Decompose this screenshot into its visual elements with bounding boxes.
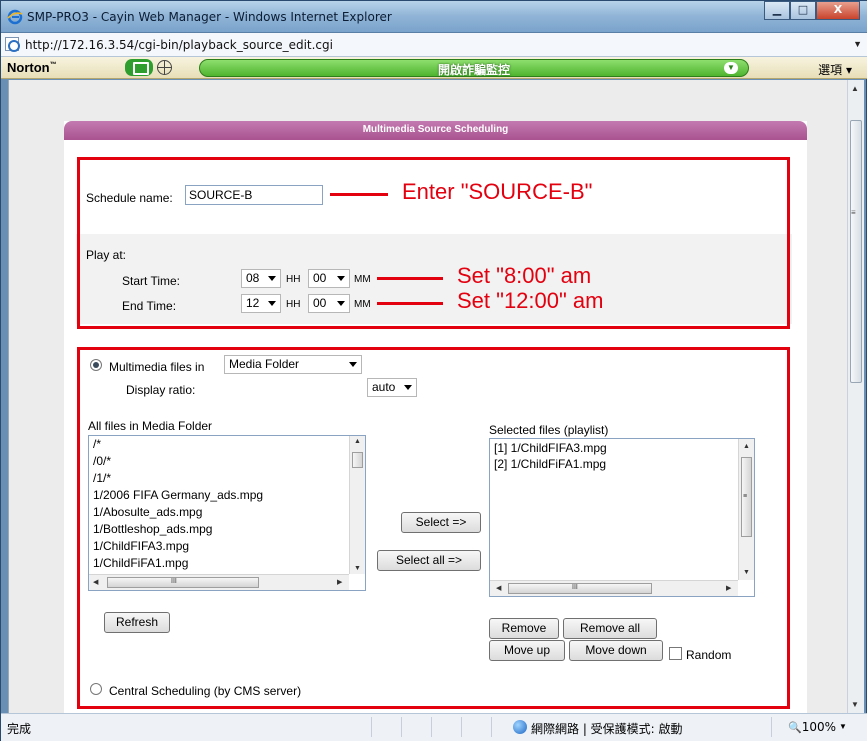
display-ratio-select[interactable]: auto	[367, 378, 417, 397]
annotation-set-start: Set "8:00" am	[457, 263, 592, 288]
remove-button[interactable]: Remove	[489, 618, 559, 639]
status-divider	[461, 717, 462, 737]
address-bar[interactable]: http://172.16.3.54/cgi-bin/playback_sour…	[1, 33, 867, 57]
list-item[interactable]: 1/Abosulte_ads.mpg	[93, 505, 202, 519]
ie-logo-icon	[7, 9, 23, 25]
selected-files-vscroll[interactable]: ▲ ≡ ▼	[738, 439, 754, 580]
status-text: 完成	[7, 722, 32, 736]
status-divider	[371, 717, 372, 737]
selected-files-listbox[interactable]: [1] 1/ChildFIFA3.mpg [2] 1/ChildFiFA1.mp…	[489, 438, 755, 597]
scroll-right-icon[interactable]: ▶	[337, 578, 342, 586]
maximize-button[interactable]: □	[790, 1, 816, 20]
central-scheduling-label: Central Scheduling (by CMS server)	[109, 684, 302, 698]
safe-web-label: 開啟詐騙監控	[437, 63, 510, 77]
folder-select[interactable]: Media Folder	[224, 355, 362, 374]
list-item[interactable]: 1/Bottleshop_ads.mpg	[93, 522, 212, 536]
random-label: Random	[686, 648, 732, 662]
scroll-down-icon[interactable]: ▼	[354, 565, 361, 572]
scroll-left-icon[interactable]: ◀	[496, 584, 501, 592]
list-item[interactable]: /1/*	[93, 471, 111, 485]
list-item[interactable]: 1/ChildFIFA3.mpg	[93, 539, 189, 553]
multimedia-files-radio[interactable]	[90, 359, 102, 371]
list-item[interactable]: /0/*	[93, 454, 111, 468]
move-down-button[interactable]: Move down	[569, 640, 663, 661]
chevron-down-icon: ▼	[724, 62, 738, 74]
selected-files-hscroll[interactable]: ◀ III ▶	[490, 580, 738, 596]
scroll-up-icon[interactable]: ▲	[851, 84, 859, 93]
select-all-button[interactable]: Select all =>	[377, 550, 481, 571]
random-checkbox[interactable]	[669, 647, 682, 660]
panel-header: Multimedia Source Scheduling	[64, 121, 807, 140]
window-title: SMP-PRO3 - Cayin Web Manager - Windows I…	[27, 10, 392, 24]
list-item[interactable]: [1] 1/ChildFIFA3.mpg	[494, 441, 607, 455]
all-files-label: All files in Media Folder	[88, 419, 213, 433]
scroll-grip-icon: ≡	[743, 493, 748, 500]
all-files-vscroll[interactable]: ▲ ▼	[349, 436, 365, 574]
address-dropdown-icon[interactable]: ▼	[853, 39, 862, 49]
scroll-grip-icon: III	[171, 578, 177, 585]
status-divider	[771, 717, 772, 737]
scroll-down-icon[interactable]: ▼	[743, 569, 750, 576]
page-vertical-scrollbar[interactable]: ▲ ≡ ▼	[847, 80, 864, 713]
multimedia-files-label: Multimedia files in	[109, 360, 205, 374]
annotation-enter-name: Enter "SOURCE-B"	[402, 179, 593, 204]
annotation-line-start	[377, 277, 443, 280]
panel-title: Multimedia Source Scheduling	[362, 124, 509, 135]
scroll-thumb[interactable]	[107, 577, 259, 588]
scroll-up-icon[interactable]: ▲	[354, 438, 361, 445]
refresh-button[interactable]: Refresh	[104, 612, 170, 633]
annotation-line-end	[377, 302, 443, 305]
internet-zone-icon	[513, 720, 527, 734]
page-viewport: Multimedia Source Scheduling Schedule na…	[8, 80, 847, 713]
scroll-up-icon[interactable]: ▲	[743, 443, 750, 450]
list-item[interactable]: [2] 1/ChildFiFA1.mpg	[494, 457, 606, 471]
scroll-thumb[interactable]	[352, 452, 363, 468]
norton-options-menu[interactable]: 選項 ▾	[818, 61, 852, 78]
scroll-right-icon[interactable]: ▶	[726, 584, 731, 592]
scroll-grip-icon: ≡	[851, 208, 856, 217]
list-item[interactable]: 1/ChildFiFA1.mpg	[93, 556, 188, 570]
scroll-down-icon[interactable]: ▼	[851, 700, 859, 709]
identity-safe-icon[interactable]	[125, 59, 153, 76]
central-scheduling-radio[interactable]	[90, 683, 102, 695]
chevron-down-icon	[404, 385, 412, 390]
list-item[interactable]: /*	[93, 437, 101, 451]
scroll-thumb[interactable]	[508, 583, 652, 594]
browser-window: SMP-PRO3 - Cayin Web Manager - Windows I…	[0, 0, 867, 741]
safe-web-button[interactable]: 開啟詐騙監控 ▼	[199, 59, 749, 77]
status-bar: 完成 網際網路 | 受保護模式: 啟動 🔍100% ▼	[1, 713, 867, 741]
page-icon	[5, 37, 20, 52]
annotation-set-end: Set "12:00" am	[457, 288, 604, 313]
security-zone-text[interactable]: 網際網路 | 受保護模式: 啟動	[531, 720, 683, 737]
zoom-level[interactable]: 🔍100%	[788, 720, 836, 734]
zoom-dropdown-icon[interactable]: ▼	[839, 722, 847, 731]
minimize-button[interactable]: ▁	[764, 1, 790, 20]
move-up-button[interactable]: Move up	[489, 640, 565, 661]
all-files-listbox[interactable]: /* /0/* /1/* 1/2006 FIFA Germany_ads.mpg…	[88, 435, 366, 591]
annotation-line-name	[330, 193, 388, 196]
all-files-hscroll[interactable]: ◀ III ▶	[89, 574, 349, 590]
page-scroll-thumb[interactable]	[850, 120, 862, 383]
status-divider	[491, 717, 492, 737]
window-controls: ▁ □ X	[764, 1, 860, 21]
list-item[interactable]: 1/2006 FIFA Germany_ads.mpg	[93, 488, 263, 502]
globe-icon[interactable]	[157, 60, 172, 75]
close-button[interactable]: X	[816, 1, 860, 20]
scroll-grip-icon: III	[572, 584, 578, 591]
status-divider	[431, 717, 432, 737]
title-bar: SMP-PRO3 - Cayin Web Manager - Windows I…	[1, 1, 867, 33]
status-divider	[401, 717, 402, 737]
selected-files-label: Selected files (playlist)	[489, 423, 609, 437]
chevron-down-icon	[349, 362, 357, 367]
address-url[interactable]: http://172.16.3.54/cgi-bin/playback_sour…	[25, 38, 333, 52]
scroll-left-icon[interactable]: ◀	[93, 578, 98, 586]
display-ratio-label: Display ratio:	[126, 383, 196, 397]
scheduling-panel: Multimedia Source Scheduling Schedule na…	[64, 121, 807, 713]
select-button[interactable]: Select =>	[401, 512, 481, 533]
magnifier-icon: 🔍	[788, 721, 802, 734]
remove-all-button[interactable]: Remove all	[563, 618, 657, 639]
norton-logo: Norton™	[7, 60, 57, 75]
norton-toolbar: Norton™ 開啟詐騙監控 ▼ 選項 ▾	[1, 57, 867, 79]
